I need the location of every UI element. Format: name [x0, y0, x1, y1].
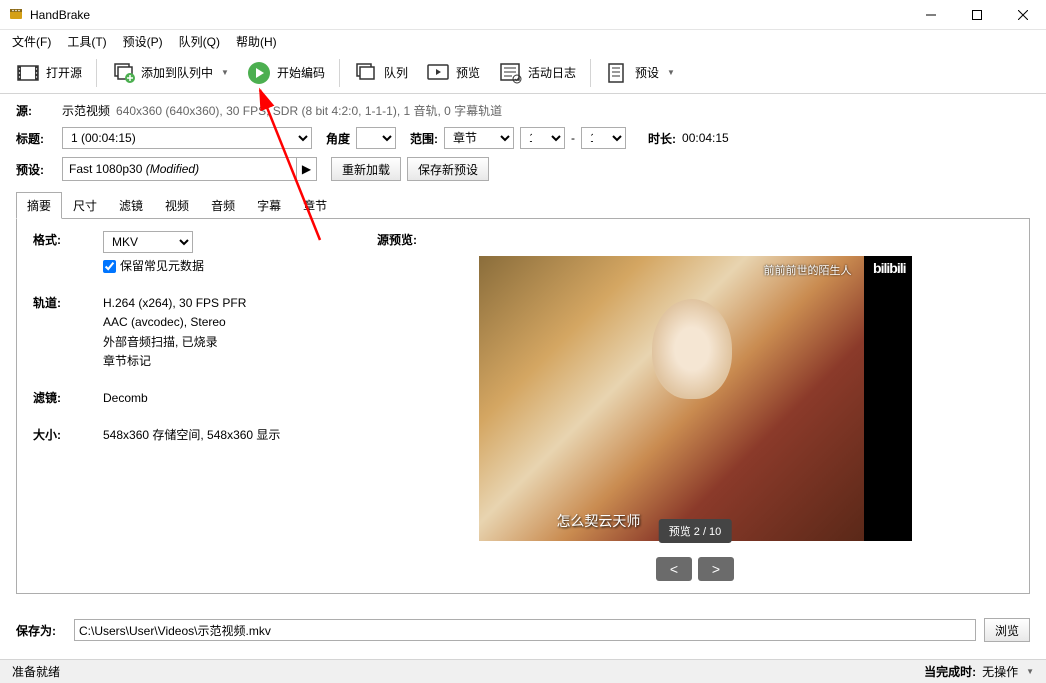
range-to-select[interactable]: 1 — [581, 127, 626, 149]
preview-counter: 预览 2 / 10 — [659, 519, 732, 543]
preset-modified: (Modified) — [146, 162, 199, 176]
source-label: 源: — [16, 102, 56, 119]
activity-log-button[interactable]: 活动日志 — [490, 57, 584, 89]
browse-button[interactable]: 浏览 — [984, 618, 1030, 642]
format-label: 格式: — [33, 231, 103, 248]
tab-filters[interactable]: 滤镜 — [108, 192, 154, 219]
activity-log-label: 活动日志 — [528, 64, 576, 81]
track-line: 章节标记 — [103, 352, 353, 371]
log-icon — [498, 61, 522, 85]
presets-icon — [605, 61, 629, 85]
duration-value: 00:04:15 — [682, 131, 729, 145]
add-to-queue-button[interactable]: 添加到队列中 ▼ — [103, 57, 237, 89]
toolbar: 打开源 添加到队列中 ▼ 开始编码 队列 预览 活动日志 预设 ▼ — [0, 52, 1046, 94]
status-bar: 准备就绪 当完成时: 无操作 ▼ — [0, 659, 1046, 683]
play-icon — [247, 61, 271, 85]
preview-container: 前前前世的陌生人 bilibili 怎么契云天师 预览 2 / 10 — [479, 256, 912, 541]
start-encode-label: 开始编码 — [277, 64, 325, 81]
title-label: 标题: — [16, 130, 56, 147]
save-new-preset-button[interactable]: 保存新预设 — [407, 157, 489, 181]
track-line: AAC (avcodec), Stereo — [103, 313, 353, 332]
tab-summary[interactable]: 摘要 — [16, 192, 62, 219]
angle-label: 角度 — [326, 130, 350, 147]
minimize-button[interactable] — [908, 0, 954, 30]
size-value: 548x360 存储空间, 548x360 显示 — [103, 426, 353, 445]
range-separator: - — [571, 131, 575, 145]
start-encode-button[interactable]: 开始编码 — [239, 57, 333, 89]
open-source-label: 打开源 — [46, 64, 82, 81]
keep-metadata-label: 保留常见元数据 — [120, 257, 204, 276]
preset-arrow-icon[interactable]: ▶ — [296, 158, 316, 180]
filters-value: Decomb — [103, 389, 353, 408]
tab-audio[interactable]: 音频 — [200, 192, 246, 219]
menu-tools[interactable]: 工具(T) — [59, 31, 114, 52]
add-to-queue-label: 添加到队列中 — [141, 64, 213, 81]
queue-label: 队列 — [384, 64, 408, 81]
window-title: HandBrake — [30, 8, 908, 22]
app-icon — [8, 7, 24, 23]
menu-help[interactable]: 帮助(H) — [228, 31, 285, 52]
menu-queue[interactable]: 队列(Q) — [171, 31, 228, 52]
preview-image: 前前前世的陌生人 bilibili 怎么契云天师 预览 2 / 10 — [479, 256, 912, 541]
status-text: 准备就绪 — [12, 663, 60, 680]
tab-video[interactable]: 视频 — [154, 192, 200, 219]
source-info: 640x360 (640x360), 30 FPS, SDR (8 bit 4:… — [116, 102, 502, 119]
tabs: 摘要 尺寸 滤镜 视频 音频 字幕 章节 — [16, 191, 1030, 219]
presets-button[interactable]: 预设 ▼ — [597, 57, 683, 89]
preset-name: Fast 1080p30 — [69, 162, 142, 176]
range-label: 范围: — [410, 130, 438, 147]
watermark-logo: bilibili — [873, 260, 905, 276]
tab-chapters[interactable]: 章节 — [292, 192, 338, 219]
title-bar: HandBrake — [0, 0, 1046, 30]
preview-next-button[interactable]: > — [698, 557, 734, 581]
close-button[interactable] — [1000, 0, 1046, 30]
queue-button[interactable]: 队列 — [346, 57, 416, 89]
preview-icon — [426, 61, 450, 85]
title-select[interactable]: 1 (00:04:15) — [62, 127, 312, 149]
track-line: 外部音频扫描, 已烧录 — [103, 333, 353, 352]
preview-button[interactable]: 预览 — [418, 57, 488, 89]
format-select[interactable]: MKV — [103, 231, 193, 253]
queue-add-icon — [111, 61, 135, 85]
menu-presets[interactable]: 预设(P) — [115, 31, 171, 52]
watermark-text: 前前前世的陌生人 — [764, 262, 852, 278]
preset-label: 预设: — [16, 161, 56, 178]
preset-select[interactable]: Fast 1080p30 (Modified) ▶ — [62, 157, 317, 181]
menu-file[interactable]: 文件(F) — [4, 31, 59, 52]
save-path-input[interactable] — [74, 619, 976, 641]
film-icon — [16, 61, 40, 85]
open-source-button[interactable]: 打开源 — [8, 57, 90, 89]
chevron-down-icon: ▼ — [221, 68, 229, 77]
size-label: 大小: — [33, 426, 103, 443]
preview-label: 预览 — [456, 64, 480, 81]
source-preview-label: 源预览: — [377, 231, 1013, 248]
preview-prev-button[interactable]: < — [656, 557, 692, 581]
queue-icon — [354, 61, 378, 85]
tab-subtitles[interactable]: 字幕 — [246, 192, 292, 219]
tracks-label: 轨道: — [33, 294, 103, 311]
source-name: 示范视频 — [62, 102, 110, 119]
when-done-value[interactable]: 无操作 — [982, 663, 1018, 680]
keep-metadata-checkbox[interactable] — [103, 260, 116, 273]
duration-label: 时长: — [648, 130, 676, 147]
angle-select[interactable]: 1 — [356, 127, 396, 149]
range-type-select[interactable]: 章节 — [444, 127, 514, 149]
presets-label: 预设 — [635, 64, 659, 81]
menu-bar: 文件(F) 工具(T) 预设(P) 队列(Q) 帮助(H) — [0, 30, 1046, 52]
maximize-button[interactable] — [954, 0, 1000, 30]
preview-subtitle: 怎么契云天师 — [556, 511, 640, 531]
track-line: H.264 (x264), 30 FPS PFR — [103, 294, 353, 313]
save-as-label: 保存为: — [16, 622, 66, 639]
tab-dimensions[interactable]: 尺寸 — [62, 192, 108, 219]
filters-label: 滤镜: — [33, 389, 103, 406]
range-from-select[interactable]: 1 — [520, 127, 565, 149]
when-done-label: 当完成时: — [924, 663, 976, 680]
chevron-down-icon: ▼ — [1026, 667, 1034, 676]
reload-preset-button[interactable]: 重新加载 — [331, 157, 401, 181]
chevron-down-icon: ▼ — [667, 68, 675, 77]
